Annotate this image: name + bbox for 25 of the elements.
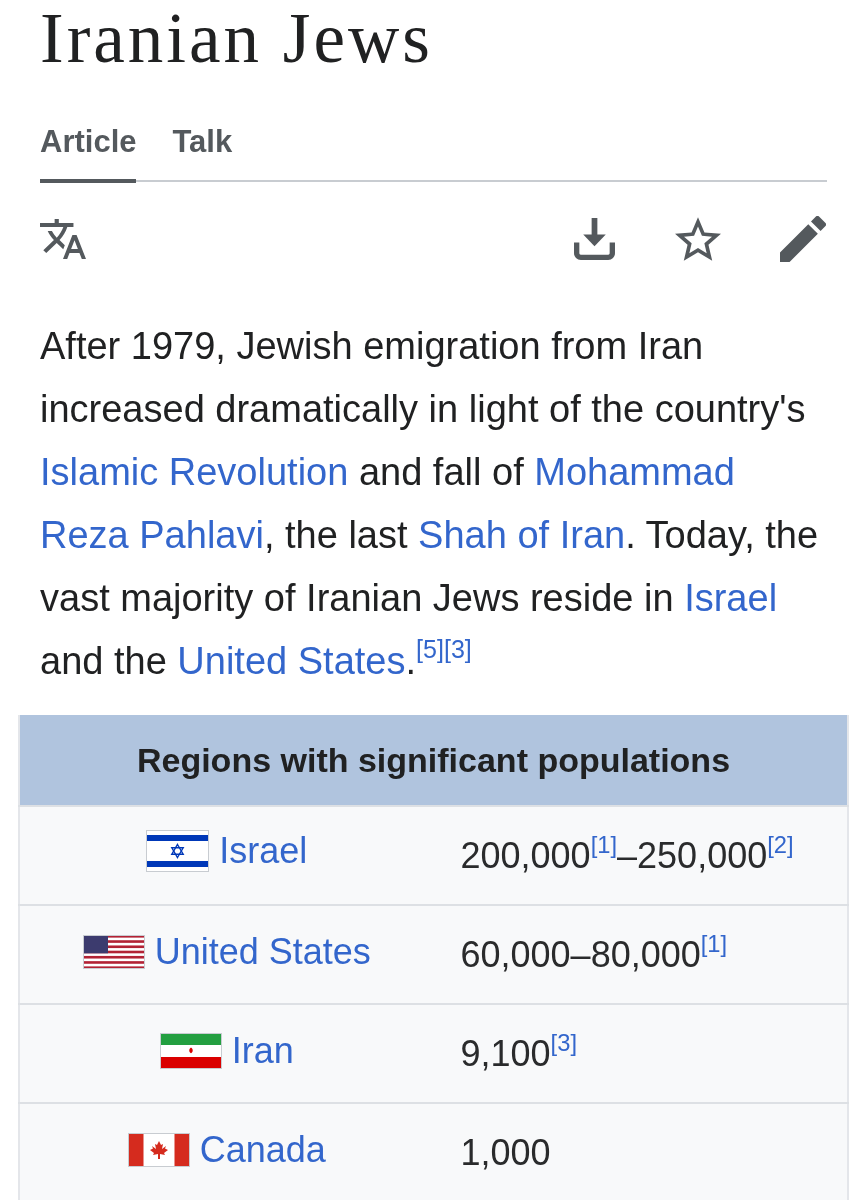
citation-link[interactable]: [3] — [443, 635, 472, 664]
pencil-icon[interactable] — [780, 216, 826, 262]
translate-icon[interactable] — [40, 219, 86, 259]
star-icon[interactable] — [675, 217, 721, 261]
article-link[interactable]: United States — [177, 640, 406, 682]
population-figure: 1,000 — [460, 1131, 551, 1173]
flag-icon — [82, 935, 145, 969]
page-tab[interactable]: Article — [40, 124, 137, 183]
country-link[interactable]: Iran — [231, 1029, 294, 1072]
infobox-heading: Regions with significant populations — [19, 715, 848, 806]
flag-icon — [159, 1032, 222, 1069]
country-link[interactable]: Canada — [199, 1129, 326, 1171]
flag-icon — [146, 830, 210, 872]
flag-icon — [127, 1133, 190, 1167]
article-link[interactable]: Islamic Revolution — [40, 451, 349, 493]
country-link[interactable]: Israel — [219, 830, 308, 872]
country-link[interactable]: United States — [154, 931, 371, 973]
article-link[interactable]: Mohammad — [534, 451, 735, 493]
article-link[interactable]: Reza Pahlavi — [40, 514, 264, 556]
citation-link[interactable]: [5] — [416, 635, 444, 664]
article-link[interactable]: Israel — [684, 577, 778, 619]
page-tab[interactable]: Talk — [172, 124, 233, 183]
page-title: Iranian Jews — [39, 0, 434, 74]
article-link[interactable]: Shah of Iran — [418, 514, 626, 556]
download-icon[interactable] — [573, 218, 616, 260]
